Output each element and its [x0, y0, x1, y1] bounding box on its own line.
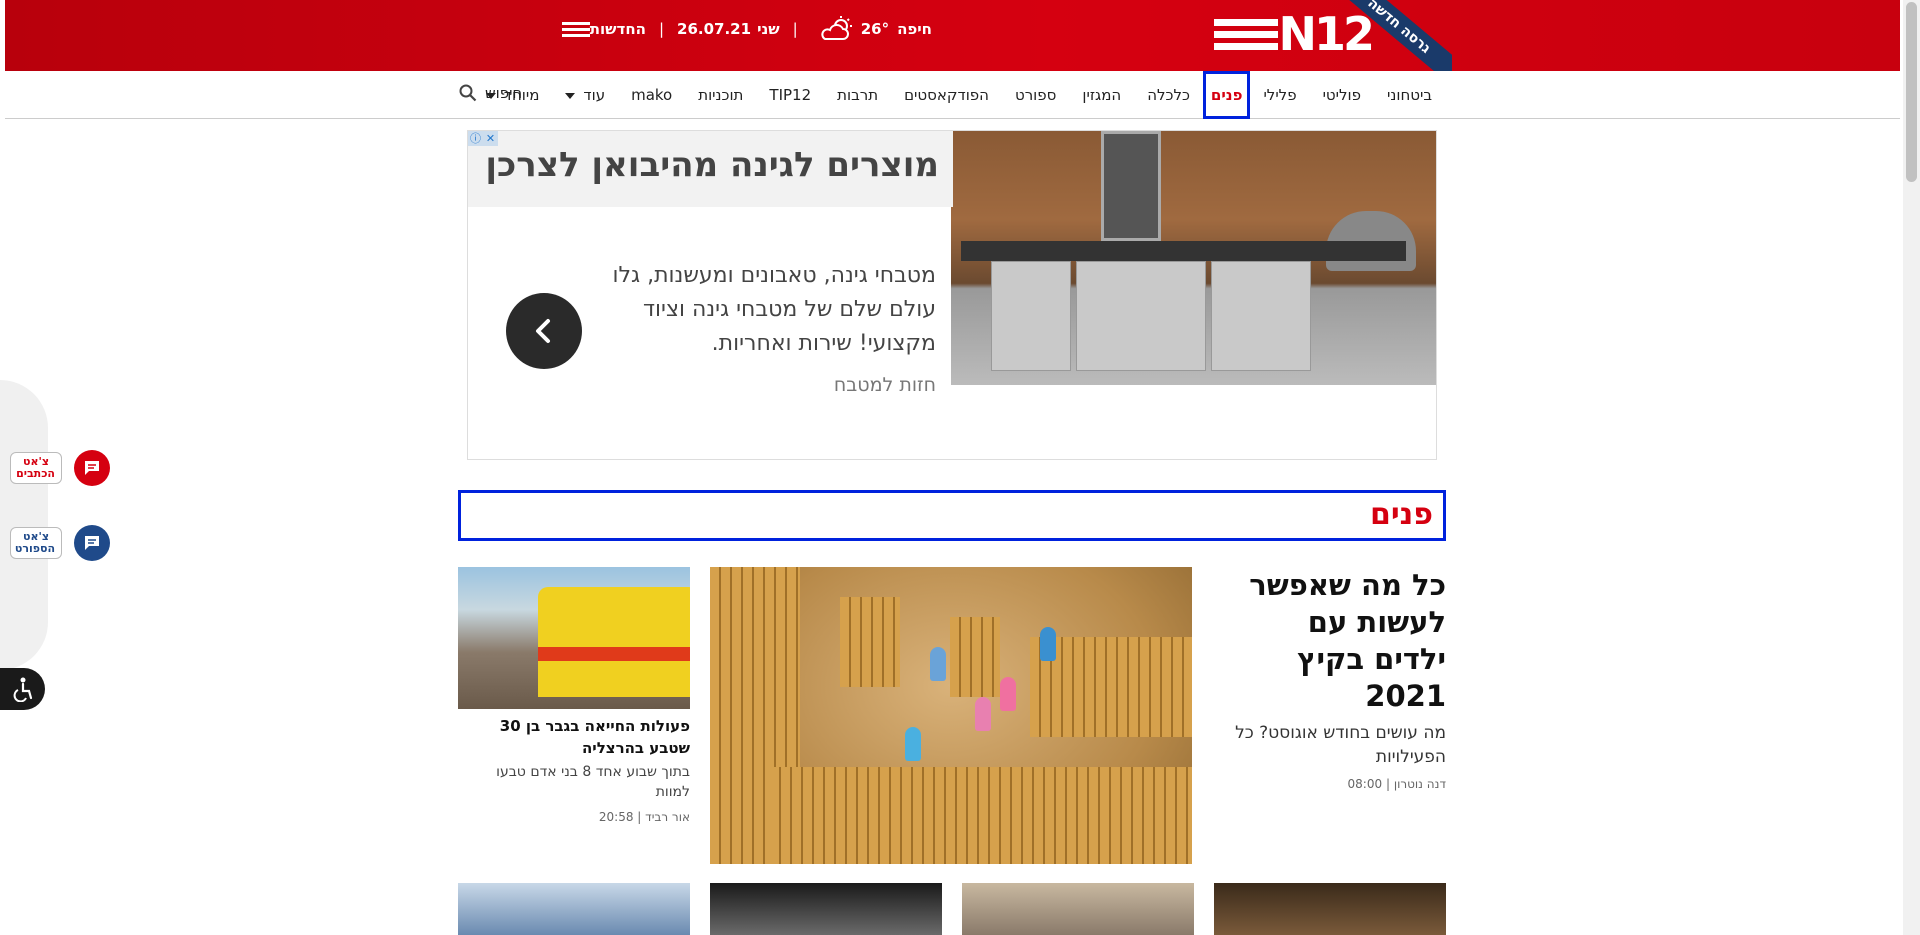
chat-bubble-icon[interactable]: [74, 525, 110, 561]
nav-item-magazine[interactable]: המגזין: [1069, 71, 1134, 119]
ad-choices[interactable]: ✕ ⓘ: [468, 131, 498, 146]
nav-item-crime[interactable]: פלילי: [1250, 71, 1309, 119]
article-thumbnail[interactable]: [710, 883, 942, 935]
chat-sport-button[interactable]: צ'אט הספורט: [10, 525, 110, 561]
date: 26.07.21: [677, 20, 752, 38]
close-icon[interactable]: ✕: [483, 131, 498, 146]
nav-item-economy[interactable]: כלכלה: [1134, 71, 1203, 119]
side-article-image[interactable]: [458, 567, 690, 709]
nav-item-security[interactable]: ביטחוני: [1374, 71, 1445, 119]
search-label[interactable]: חיפוש: [485, 84, 522, 102]
weather-date-bar: חיפה 26° | שני 26.07.21 | החדשות: [556, 16, 932, 42]
chat-sport-label[interactable]: צ'אט הספורט: [10, 527, 62, 559]
accessibility-icon[interactable]: [10, 676, 36, 702]
article-meta: אור רביד | 20:58: [598, 810, 690, 824]
logo-stripes: [1214, 18, 1279, 50]
side-article[interactable]: פעולות החייאה בגבר בן 30 שטבע בהרצליה בת…: [458, 567, 690, 824]
date-day: שני: [757, 20, 780, 38]
article-thumbnail[interactable]: [962, 883, 1194, 935]
nav-item-sport[interactable]: ספורט: [1002, 71, 1069, 119]
scrollbar-thumb[interactable]: [1906, 2, 1917, 182]
top-header: גרסה חדשה N12 חיפה 26° | שני 26.07.21 | …: [5, 0, 1900, 71]
partly-cloudy-icon: [821, 16, 852, 40]
section-header: פנים: [458, 490, 1446, 541]
article-meta: דנה נוטרון | 08:00: [1347, 777, 1446, 791]
chevron-left-icon[interactable]: [529, 316, 559, 346]
main-article[interactable]: כל מה שאפשר לעשות עם ילדים בקיץ 2021 מה …: [1226, 567, 1446, 791]
section-title[interactable]: פנים: [1370, 497, 1433, 532]
nav-item-mako[interactable]: mako: [618, 71, 685, 119]
search-icon[interactable]: [459, 84, 477, 102]
main-nav: ביטחוני פוליטי פלילי פנים כלכלה המגזין ס…: [5, 71, 1900, 119]
nav-item-culture[interactable]: תרבות: [824, 71, 891, 119]
main-article-image[interactable]: [710, 567, 1192, 864]
side-article-title[interactable]: פעולות החייאה בגבר בן 30 שטבע בהרצליה: [458, 715, 690, 759]
nav-items: ביטחוני פוליטי פלילי פנים כלכלה המגזין ס…: [473, 71, 1445, 119]
nav-item-podcasts[interactable]: הפודקאסטים: [891, 71, 1002, 119]
article-time: 20:58: [598, 810, 634, 824]
logo-text[interactable]: N12: [1278, 7, 1375, 61]
bottom-article-row: [458, 883, 1446, 935]
menu-label[interactable]: החדשות: [590, 20, 646, 38]
ad-headline-bar: מוצרים לגינה מהיבואן לצרכן: [468, 131, 953, 207]
nav-item-politics[interactable]: פוליטי: [1310, 71, 1374, 119]
nav-item-more-label[interactable]: עוד: [583, 86, 605, 104]
ad-headline[interactable]: מוצרים לגינה מהיבואן לצרכן: [485, 145, 939, 185]
chat-writers-button[interactable]: צ'אט הכתבים: [10, 450, 110, 486]
info-icon[interactable]: ⓘ: [468, 131, 483, 146]
chevron-down-icon[interactable]: [565, 92, 576, 99]
ad-outdoor-kitchen-image[interactable]: [951, 131, 1436, 385]
advertisement[interactable]: מוצרים לגינה מהיבואן לצרכן ✕ ⓘ מטבחי גינ…: [467, 130, 1437, 460]
nav-item-shows[interactable]: תוכניות: [685, 71, 756, 119]
search-button[interactable]: חיפוש: [459, 84, 522, 102]
weather-temp: 26°: [860, 20, 890, 38]
article-author: אור רביד: [645, 810, 690, 824]
accessibility-button[interactable]: [0, 668, 45, 710]
separator: |: [792, 20, 798, 38]
main-article-subtitle[interactable]: מה עושים בחודש אוגוסט? כל הפעילויות: [1226, 721, 1446, 769]
n12-logo[interactable]: N12: [1208, 7, 1375, 61]
weather-city: חיפה: [897, 20, 932, 38]
article-author: דנה נוטרון: [1393, 777, 1446, 791]
side-article-subtitle[interactable]: בתוך שבוע אחד 8 בני אדם טבעו למוות: [458, 762, 690, 802]
ad-body-text[interactable]: מטבחי גינה, טאבונים ומעשנות, גלו עולם של…: [606, 259, 936, 361]
article-time: 08:00: [1347, 777, 1383, 791]
nav-item-tip12[interactable]: TIP12: [756, 71, 824, 119]
page-scrollbar[interactable]: [1903, 0, 1920, 935]
hamburger-icon[interactable]: [561, 21, 590, 37]
ad-brand[interactable]: חזות למטבח: [834, 374, 936, 396]
article-thumbnail[interactable]: [458, 883, 690, 935]
nav-item-more[interactable]: עוד: [552, 71, 618, 119]
chat-bubble-icon[interactable]: [74, 450, 110, 486]
nav-item-domestic[interactable]: פנים: [1202, 71, 1251, 119]
article-thumbnail[interactable]: [1214, 883, 1446, 935]
separator: |: [658, 20, 665, 38]
main-article-title[interactable]: כל מה שאפשר לעשות עם ילדים בקיץ 2021: [1226, 567, 1446, 715]
ad-next-button[interactable]: [506, 293, 582, 369]
chat-writers-label[interactable]: צ'אט הכתבים: [10, 452, 62, 484]
top-header-inner: גרסה חדשה N12 חיפה 26° | שני 26.07.21 | …: [459, 0, 1452, 71]
